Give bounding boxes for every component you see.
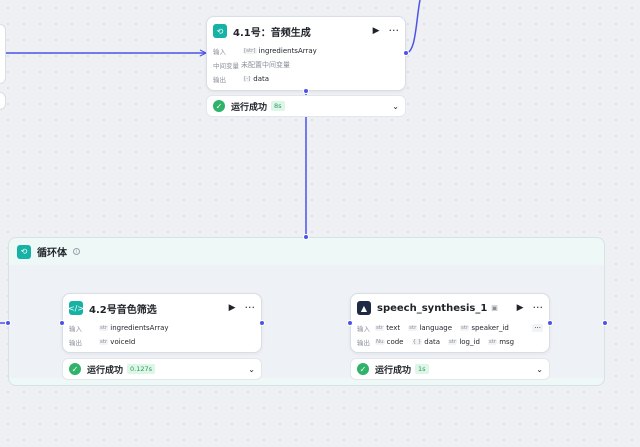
- output-tag: [-] data: [241, 74, 271, 84]
- run-icon[interactable]: ▶: [229, 303, 236, 313]
- audio-run-status[interactable]: ✓ 运行成功 8s ⌄: [206, 95, 406, 117]
- voice-filter-node[interactable]: </> 4.2号音色筛选 ▶ ··· 输入 str ingredientsArra…: [62, 293, 262, 353]
- output-name: data: [424, 338, 441, 346]
- output-row: 输出 Nu code { } data str log_id str msg: [351, 335, 549, 349]
- loop-header: ⟲ 循环体 i: [17, 244, 80, 259]
- output-label: 输出: [69, 339, 82, 347]
- type-tag: [str]: [243, 48, 257, 54]
- duration-badge: 0.127s: [127, 364, 156, 374]
- output-tag: Nu code: [373, 337, 406, 347]
- type-tag: str: [487, 339, 498, 345]
- status-text: 运行成功: [87, 365, 124, 376]
- node-title: speech_synthesis_1: [377, 302, 488, 314]
- input-label: 输入: [213, 48, 226, 56]
- input-row: 输入 [str] ingredientsArray: [207, 44, 405, 58]
- run-icon[interactable]: ▶: [517, 303, 524, 313]
- port-loop-out[interactable]: [602, 320, 608, 326]
- type-tag: Nu: [375, 339, 385, 345]
- mid-label: 中间变量: [213, 62, 239, 70]
- plugin-badge-icon: ▣: [491, 304, 498, 312]
- loop-title: 循环体: [37, 248, 67, 259]
- input-label: 输入: [357, 325, 370, 333]
- node-title: 4.1号：音频生成: [233, 27, 311, 39]
- input-name: text: [386, 324, 401, 332]
- type-tag: str: [448, 339, 458, 345]
- type-tag: { }: [411, 339, 423, 345]
- mid-row: 中间变量 未配置中间变量: [207, 58, 405, 72]
- input-label: 输入: [69, 325, 82, 333]
- chevron-down-icon[interactable]: ⌄: [248, 365, 255, 374]
- port-speech-in[interactable]: [347, 320, 353, 326]
- loop-icon: ⟲: [17, 244, 31, 259]
- output-name: data: [253, 75, 270, 83]
- more-icon[interactable]: ···: [389, 25, 400, 36]
- output-label: 输出: [357, 339, 370, 347]
- status-text: 运行成功: [231, 102, 268, 113]
- voice-run-status[interactable]: ✓ 运行成功 0.127s ⌄: [62, 358, 262, 380]
- port-voice-out[interactable]: [259, 320, 265, 326]
- speech-synthesis-node[interactable]: ▲ speech_synthesis_1 ▣ ▶ ··· 输入 str text …: [350, 293, 550, 353]
- input-row: 输入 str ingredientsArray: [63, 321, 261, 335]
- chevron-down-icon[interactable]: ⌄: [536, 365, 543, 374]
- speech-plugin-icon: ▲: [357, 301, 371, 315]
- status-text: 运行成功: [375, 365, 412, 376]
- mid-value: 未配置中间变量: [241, 61, 290, 69]
- chevron-down-icon[interactable]: ⌄: [392, 102, 399, 111]
- input-tag: [str] ingredientsArray: [241, 46, 319, 56]
- port-loop-top[interactable]: [303, 234, 309, 240]
- type-tag: str: [375, 325, 385, 331]
- output-row: 输出 str voiceId: [63, 335, 261, 349]
- output-tag: { } data: [410, 337, 443, 347]
- input-tag: str ingredientsArray: [97, 323, 171, 333]
- type-tag: str: [99, 339, 109, 345]
- input-name: language: [419, 324, 453, 332]
- more-inputs-icon[interactable]: ···: [532, 324, 543, 332]
- speech-run-status[interactable]: ✓ 运行成功 1s ⌄: [350, 358, 550, 380]
- output-name: msg: [499, 338, 515, 346]
- loop-icon: ⟲: [213, 24, 227, 38]
- info-icon[interactable]: i: [73, 248, 80, 255]
- input-name: ingredientsArray: [110, 324, 169, 332]
- output-name: code: [386, 338, 404, 346]
- output-row: 输出 [-] data: [207, 72, 405, 86]
- success-check-icon: ✓: [213, 100, 225, 112]
- port-audio-out[interactable]: [403, 50, 409, 56]
- output-name: voiceId: [110, 338, 136, 346]
- duration-badge: 8s: [271, 101, 285, 111]
- duration-badge: 1s: [415, 364, 429, 374]
- input-tag: str text: [373, 323, 402, 333]
- code-icon: </>: [68, 301, 84, 315]
- output-name: log_id: [459, 338, 480, 346]
- audio-generation-node[interactable]: ⟲ 4.1号：音频生成 ▶ ··· 输入 [str] ingredientsArr…: [206, 16, 406, 91]
- type-tag: str: [99, 325, 109, 331]
- run-icon[interactable]: ▶: [373, 26, 380, 36]
- input-tag: str speaker_id: [458, 323, 511, 333]
- output-label: 输出: [213, 76, 226, 84]
- more-icon[interactable]: ···: [245, 302, 256, 313]
- input-tag: str language: [406, 323, 454, 333]
- more-icon[interactable]: ···: [533, 302, 544, 313]
- port-speech-out[interactable]: [547, 320, 553, 326]
- node-title: 4.2号音色筛选: [89, 304, 157, 316]
- input-name: ingredientsArray: [258, 47, 317, 55]
- type-tag: str: [408, 325, 418, 331]
- partial-node-left-top: [0, 24, 6, 84]
- input-name: speaker_id: [471, 324, 509, 332]
- port-loop-in[interactable]: [5, 320, 11, 326]
- edge-audio-out: [405, 0, 421, 54]
- success-check-icon: ✓: [357, 363, 369, 375]
- output-tag: str msg: [486, 337, 516, 347]
- port-audio-bottom[interactable]: [303, 88, 309, 94]
- type-tag: str: [460, 325, 470, 331]
- success-check-icon: ✓: [69, 363, 81, 375]
- type-tag: [-]: [243, 76, 252, 82]
- input-row: 输入 str text str language str speaker_id ···: [351, 321, 549, 335]
- output-tag: str voiceId: [97, 337, 137, 347]
- output-tag: str log_id: [446, 337, 482, 347]
- port-voice-in[interactable]: [59, 320, 65, 326]
